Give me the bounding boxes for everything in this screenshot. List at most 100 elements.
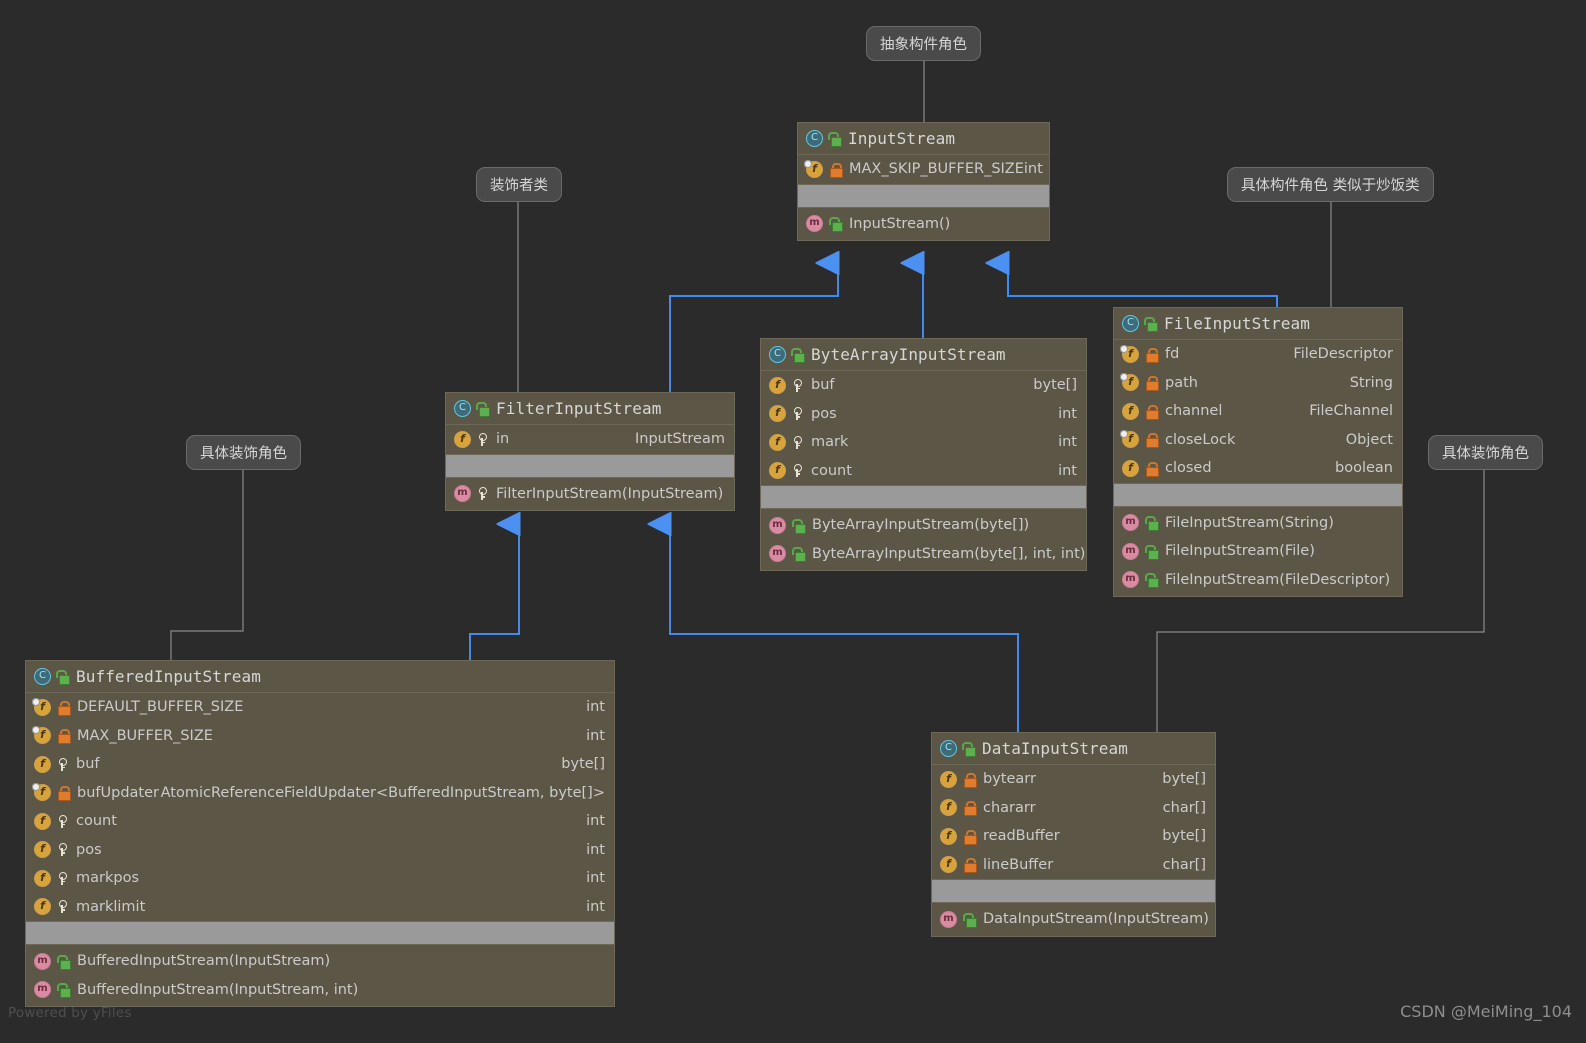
field-row[interactable]: f pos int — [26, 836, 614, 865]
note-decorator[interactable]: 装饰者类 — [476, 167, 562, 202]
private-lock-icon — [58, 700, 71, 716]
private-lock-icon — [1146, 404, 1159, 420]
note-concrete-component[interactable]: 具体构件角色 类似于炒饭类 — [1227, 167, 1434, 202]
field-row[interactable]: f buf byte[] — [761, 371, 1086, 400]
compartment-separator — [446, 453, 734, 478]
note-concrete-decorator-left[interactable]: 具体装饰角色 — [186, 435, 301, 470]
class-box-datainputstream[interactable]: C DataInputStream f bytearr byte[] f cha… — [931, 732, 1216, 937]
method-row[interactable]: m ByteArrayInputStream(byte[], int, int) — [761, 540, 1086, 569]
field-type: FileChannel — [1309, 403, 1393, 420]
method-row[interactable]: m BufferedInputStream(InputStream) — [26, 947, 614, 976]
field-row[interactable]: f mark int — [761, 428, 1086, 457]
public-unlocked-icon — [1145, 544, 1159, 560]
edge-bufferedinputstream-filterinputstream — [469, 524, 519, 660]
private-lock-icon — [58, 729, 71, 745]
edge-fileinputstream-inputstream — [1008, 263, 1278, 307]
field-row[interactable]: f DEFAULT_BUFFER_SIZE int — [26, 693, 614, 722]
field-row[interactable]: f MAX_BUFFER_SIZE int — [26, 722, 614, 751]
static-field-icon: f — [32, 697, 51, 716]
field-row[interactable]: f bytearr byte[] — [932, 765, 1215, 794]
field-type: byte[] — [1033, 377, 1077, 394]
method-name: ByteArrayInputStream(byte[]) — [812, 517, 1030, 534]
method-row[interactable]: m FilterInputStream(InputStream) — [446, 480, 734, 509]
class-box-inputstream[interactable]: C InputStream f MAX_SKIP_BUFFER_SIZE int… — [797, 122, 1050, 241]
method-name: BufferedInputStream(InputStream) — [77, 953, 331, 970]
class-title: C FileInputStream — [1114, 308, 1402, 340]
field-row[interactable]: f channel FileChannel — [1114, 397, 1402, 426]
method-name: ByteArrayInputStream(byte[], int, int) — [812, 545, 1086, 562]
note-concrete-decorator-right[interactable]: 具体装饰角色 — [1428, 435, 1543, 470]
field-row[interactable]: f fd FileDescriptor — [1114, 340, 1402, 369]
method-row[interactable]: m ByteArrayInputStream(byte[]) — [761, 511, 1086, 540]
class-box-bufferedinputstream[interactable]: C BufferedInputStream f DEFAULT_BUFFER_S… — [25, 660, 615, 1007]
field-row[interactable]: f readBuffer byte[] — [932, 822, 1215, 851]
class-title: C FilterInputStream — [446, 393, 734, 425]
field-row[interactable]: f path String — [1114, 369, 1402, 398]
diagram-canvas: 抽象构件角色 装饰者类 具体构件角色 类似于炒饭类 具体装饰角色 具体装饰角色 … — [0, 0, 1586, 1043]
field-name: fd — [1165, 346, 1180, 363]
field-type: Object — [1345, 431, 1393, 448]
class-name: BufferedInputStream — [76, 667, 261, 686]
method-row[interactable]: m BufferedInputStream(InputStream, int) — [26, 976, 614, 1005]
field-row[interactable]: f closeLock Object — [1114, 426, 1402, 455]
field-icon: f — [769, 376, 786, 394]
compartment-separator — [798, 183, 1049, 208]
field-icon: f — [940, 770, 957, 788]
field-icon: f — [454, 430, 471, 448]
protected-key-icon — [478, 432, 487, 446]
field-type: int — [586, 727, 605, 744]
field-row[interactable]: f lineBuffer char[] — [932, 851, 1215, 880]
field-row[interactable]: f chararr char[] — [932, 794, 1215, 823]
field-icon: f — [1122, 459, 1139, 477]
field-name: pos — [76, 841, 102, 858]
class-name: InputStream — [848, 129, 956, 148]
field-row[interactable]: f count int — [26, 807, 614, 836]
class-box-filterinputstream[interactable]: C FilterInputStream f in InputStream m F… — [445, 392, 735, 511]
field-name: MAX_SKIP_BUFFER_SIZE — [849, 161, 1024, 178]
method-row[interactable]: m DataInputStream(InputStream) — [932, 905, 1215, 934]
public-unlocked-icon — [57, 983, 71, 999]
field-row[interactable]: f MAX_SKIP_BUFFER_SIZE int — [798, 155, 1049, 184]
field-row[interactable]: f in InputStream — [446, 425, 734, 454]
public-unlocked-icon — [962, 742, 976, 757]
method-icon: m — [1122, 542, 1139, 560]
method-name: FileInputStream(String) — [1165, 514, 1334, 531]
public-unlocked-icon — [476, 402, 490, 417]
field-type: int — [1058, 434, 1077, 451]
field-row[interactable]: f pos int — [761, 400, 1086, 429]
private-lock-icon — [964, 772, 977, 788]
method-row[interactable]: m FileInputStream(FileDescriptor) — [1114, 566, 1402, 595]
method-name: DataInputStream(InputStream) — [983, 911, 1209, 928]
protected-key-icon — [58, 757, 67, 771]
field-type: String — [1349, 374, 1393, 391]
field-row[interactable]: f marklimit int — [26, 893, 614, 922]
private-lock-icon — [58, 786, 71, 802]
method-row[interactable]: m FileInputStream(String) — [1114, 509, 1402, 538]
field-row[interactable]: f closed boolean — [1114, 454, 1402, 483]
static-field-icon: f — [1120, 373, 1139, 392]
field-type: byte[] — [561, 756, 605, 773]
field-row[interactable]: f markpos int — [26, 864, 614, 893]
class-name: FileInputStream — [1164, 314, 1310, 333]
class-box-bytearrayinputstream[interactable]: C ByteArrayInputStream f buf byte[] f po… — [760, 338, 1087, 571]
method-name: InputStream() — [849, 215, 951, 232]
field-icon: f — [769, 462, 786, 480]
field-name: in — [496, 431, 510, 448]
field-name: MAX_BUFFER_SIZE — [77, 727, 213, 744]
private-lock-icon — [1146, 433, 1159, 449]
field-icon: f — [940, 799, 957, 817]
method-icon: m — [769, 516, 786, 534]
class-box-fileinputstream[interactable]: C FileInputStream f fd FileDescriptor f … — [1113, 307, 1403, 597]
method-row[interactable]: m InputStream() — [798, 210, 1049, 239]
field-name: bytearr — [983, 771, 1036, 788]
field-row[interactable]: f bufUpdater AtomicReferenceFieldUpdater… — [26, 779, 614, 808]
field-name: closed — [1165, 460, 1212, 477]
field-row[interactable]: f count int — [761, 457, 1086, 486]
field-row[interactable]: f buf byte[] — [26, 750, 614, 779]
note-abstract-component[interactable]: 抽象构件角色 — [866, 26, 981, 61]
protected-key-icon — [793, 378, 802, 392]
method-row[interactable]: m FileInputStream(File) — [1114, 537, 1402, 566]
field-type: char[] — [1162, 799, 1206, 816]
field-name: readBuffer — [983, 828, 1060, 845]
public-unlocked-icon — [829, 217, 843, 233]
